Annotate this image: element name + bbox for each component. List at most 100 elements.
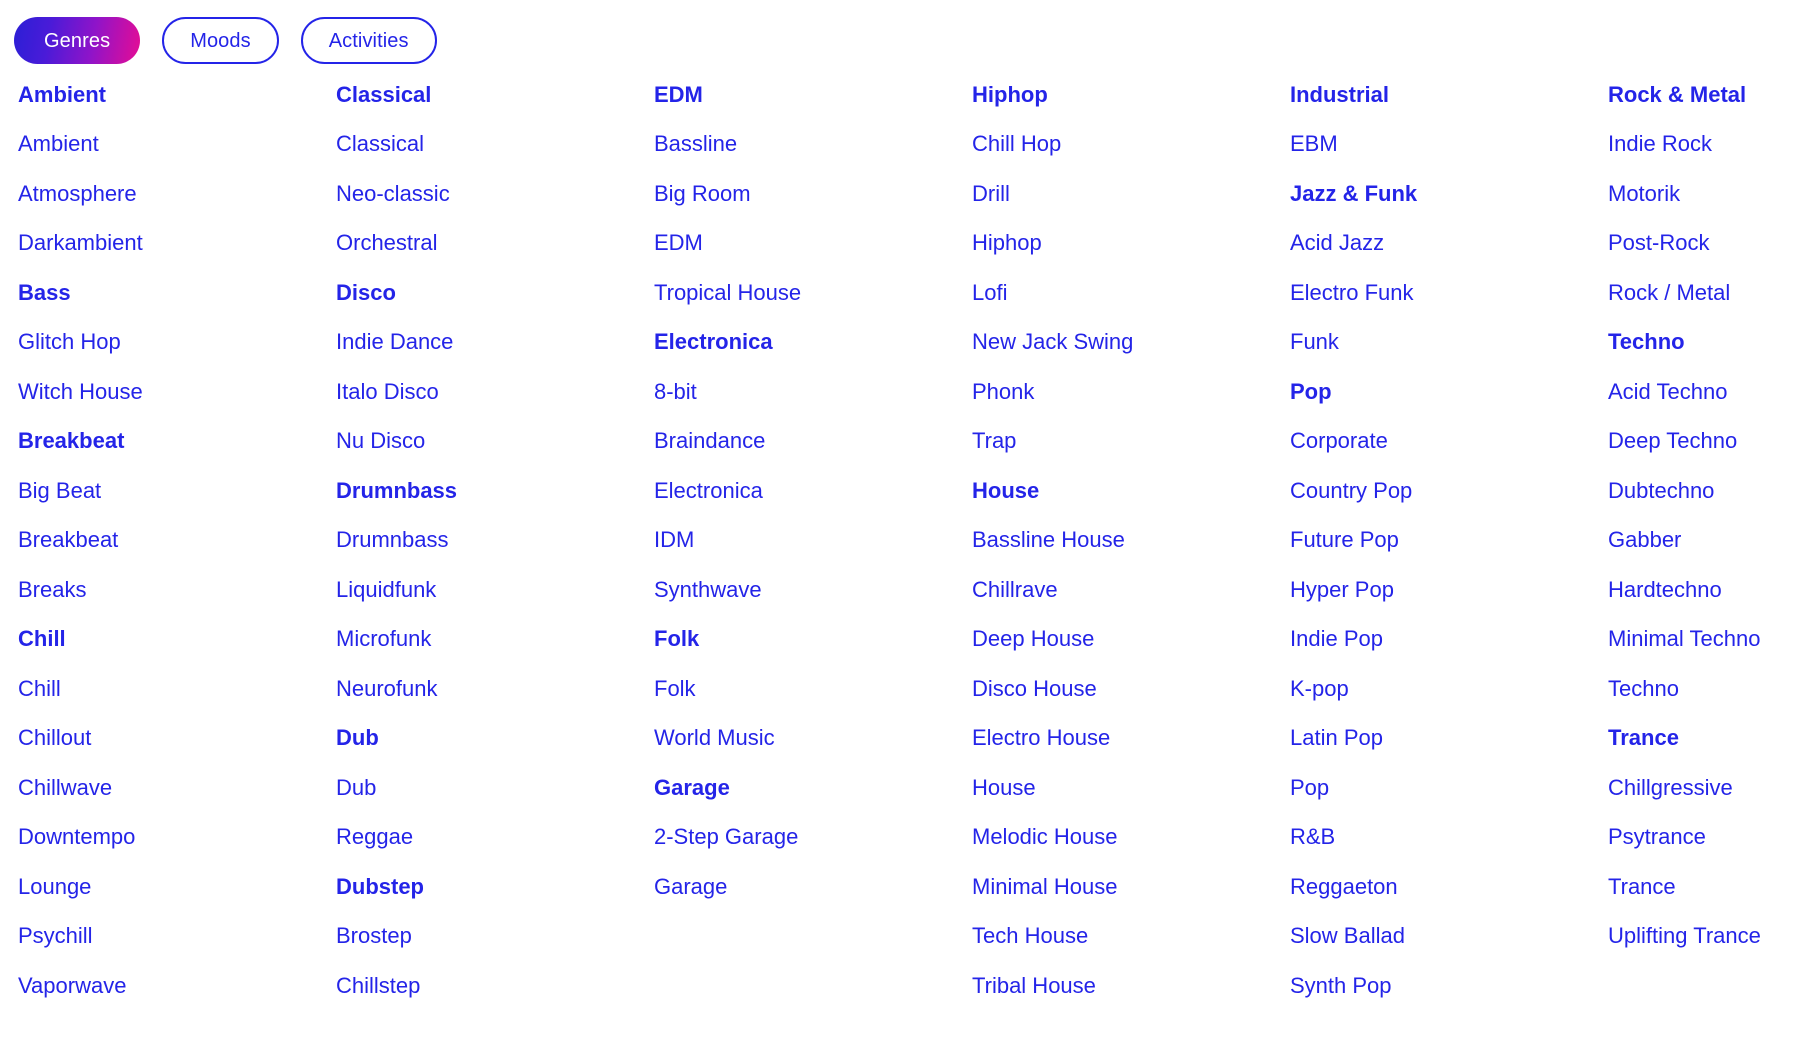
genre-item[interactable]: EDM — [654, 219, 972, 269]
genre-item[interactable]: House — [972, 763, 1290, 813]
genre-item[interactable]: Neurofunk — [336, 664, 654, 714]
genre-item[interactable]: Reggae — [336, 813, 654, 863]
genre-item[interactable]: Synthwave — [654, 565, 972, 615]
genre-item[interactable]: Downtempo — [18, 813, 336, 863]
genre-group-heading: Drumnbass — [336, 477, 458, 503]
genre-item[interactable]: Disco House — [972, 664, 1290, 714]
genre-item[interactable]: Glitch Hop — [18, 318, 336, 368]
genre-item[interactable]: Brostep — [336, 912, 654, 962]
genre-item[interactable]: Dub — [336, 763, 654, 813]
genre-item[interactable]: Nu Disco — [336, 417, 654, 467]
genre-item[interactable]: Indie Pop — [1290, 615, 1608, 665]
genre-item[interactable]: Chillrave — [972, 565, 1290, 615]
genre-item[interactable]: Braindance — [654, 417, 972, 467]
genre-item[interactable]: Synth Pop — [1290, 961, 1608, 1011]
genre-item[interactable]: Indie Rock — [1608, 120, 1761, 170]
genre-item[interactable]: Folk — [654, 664, 972, 714]
genre-item[interactable]: Drumnbass — [336, 516, 654, 566]
genre-item[interactable]: 8-bit — [654, 367, 972, 417]
genre-item[interactable]: 2-Step Garage — [654, 813, 972, 863]
genre-item[interactable]: Big Room — [654, 169, 972, 219]
genre-item[interactable]: Electro Funk — [1290, 268, 1608, 318]
genre-item[interactable]: Classical — [336, 120, 654, 170]
genre-item[interactable]: Acid Techno — [1608, 367, 1761, 417]
genre-item[interactable]: Chillout — [18, 714, 336, 764]
genre-item[interactable]: Chillwave — [18, 763, 336, 813]
genre-item[interactable]: Slow Ballad — [1290, 912, 1608, 962]
genre-item[interactable]: Latin Pop — [1290, 714, 1608, 764]
genre-item[interactable]: EBM — [1290, 120, 1608, 170]
tab-moods[interactable]: Moods — [162, 17, 279, 64]
genre-item[interactable]: Big Beat — [18, 466, 336, 516]
genre-item[interactable]: Liquidfunk — [336, 565, 654, 615]
genre-item[interactable]: Garage — [654, 862, 972, 912]
genre-item[interactable]: Phonk — [972, 367, 1290, 417]
genre-item[interactable]: Gabber — [1608, 516, 1761, 566]
genre-item[interactable]: Chill Hop — [972, 120, 1290, 170]
genre-item[interactable]: Techno — [1608, 664, 1761, 714]
genre-item[interactable]: Chill — [18, 664, 336, 714]
genre-item[interactable]: Motorik — [1608, 169, 1761, 219]
genre-item[interactable]: Electro House — [972, 714, 1290, 764]
genre-item[interactable]: Microfunk — [336, 615, 654, 665]
genre-item[interactable]: IDM — [654, 516, 972, 566]
genre-item[interactable]: Post-Rock — [1608, 219, 1761, 269]
genre-item[interactable]: Orchestral — [336, 219, 654, 269]
genre-item[interactable]: Tribal House — [972, 961, 1290, 1011]
tab-genres[interactable]: Genres — [14, 17, 141, 64]
genre-item[interactable]: Tech House — [972, 912, 1290, 962]
genre-item[interactable]: Trap — [972, 417, 1290, 467]
genre-item[interactable]: Lofi — [972, 268, 1290, 318]
genre-item[interactable]: Breaks — [18, 565, 336, 615]
genre-item[interactable]: Hiphop — [972, 219, 1290, 269]
genre-item[interactable]: Deep Techno — [1608, 417, 1761, 467]
genre-item[interactable]: Minimal House — [972, 862, 1290, 912]
genre-item[interactable]: World Music — [654, 714, 972, 764]
genre-item[interactable]: Rock / Metal — [1608, 268, 1761, 318]
genre-column: Hiphop Chill Hop Drill Hiphop Lofi New Jack S… — [972, 70, 1290, 1011]
genre-item[interactable]: Chillgressive — [1608, 763, 1761, 813]
genre-item[interactable]: Acid Jazz — [1290, 219, 1608, 269]
genre-item[interactable]: Future Pop — [1290, 516, 1608, 566]
genre-item[interactable]: Drill — [972, 169, 1290, 219]
genre-group-heading: Jazz & Funk — [1290, 180, 1418, 206]
genre-item[interactable]: K-pop — [1290, 664, 1608, 714]
genre-item[interactable]: Pop — [1290, 763, 1608, 813]
genre-item[interactable]: Breakbeat — [18, 516, 336, 566]
genre-item[interactable]: Trance — [1608, 862, 1761, 912]
genre-item[interactable]: Hardtechno — [1608, 565, 1761, 615]
genre-column: Ambient Ambient Atmosphere Darkambient Bass G… — [18, 70, 336, 1011]
genre-item[interactable]: Atmosphere — [18, 169, 336, 219]
tab-activities[interactable]: Activities — [300, 17, 437, 64]
genre-item[interactable]: Corporate — [1290, 417, 1608, 467]
genre-item[interactable]: Deep House — [972, 615, 1290, 665]
genre-item[interactable]: Funk — [1290, 318, 1608, 368]
genre-item[interactable]: Country Pop — [1290, 466, 1608, 516]
genre-item[interactable]: Chillstep — [336, 961, 654, 1011]
genre-item[interactable]: R&B — [1290, 813, 1608, 863]
genre-group-heading: Garage — [654, 774, 730, 800]
genre-item[interactable]: Neo-classic — [336, 169, 654, 219]
genre-item[interactable]: Italo Disco — [336, 367, 654, 417]
genre-item[interactable]: Tropical House — [654, 268, 972, 318]
genre-item[interactable]: Indie Dance — [336, 318, 654, 368]
genre-item[interactable]: Dubtechno — [1608, 466, 1761, 516]
genre-item[interactable]: Darkambient — [18, 219, 336, 269]
genre-item[interactable]: New Jack Swing — [972, 318, 1290, 368]
genre-item[interactable]: Ambient — [18, 120, 336, 170]
genre-item[interactable]: Psytrance — [1608, 813, 1761, 863]
genre-item[interactable]: Minimal Techno — [1608, 615, 1761, 665]
genre-item[interactable]: Lounge — [18, 862, 336, 912]
genre-item[interactable]: Vaporwave — [18, 961, 336, 1011]
genre-item[interactable]: Reggaeton — [1290, 862, 1608, 912]
genre-item[interactable]: Bassline House — [972, 516, 1290, 566]
genre-item[interactable]: Uplifting Trance — [1608, 912, 1761, 962]
genre-item[interactable]: Bassline — [654, 120, 972, 170]
genre-group-heading: Folk — [654, 626, 700, 652]
genre-item[interactable]: Psychill — [18, 912, 336, 962]
genre-item[interactable]: Electronica — [654, 466, 972, 516]
genre-item[interactable]: Melodic House — [972, 813, 1290, 863]
genre-browser-page: Genres Moods Activities Ambient Ambient Atmo… — [0, 0, 1800, 1041]
genre-item[interactable]: Hyper Pop — [1290, 565, 1608, 615]
genre-item[interactable]: Witch House — [18, 367, 336, 417]
